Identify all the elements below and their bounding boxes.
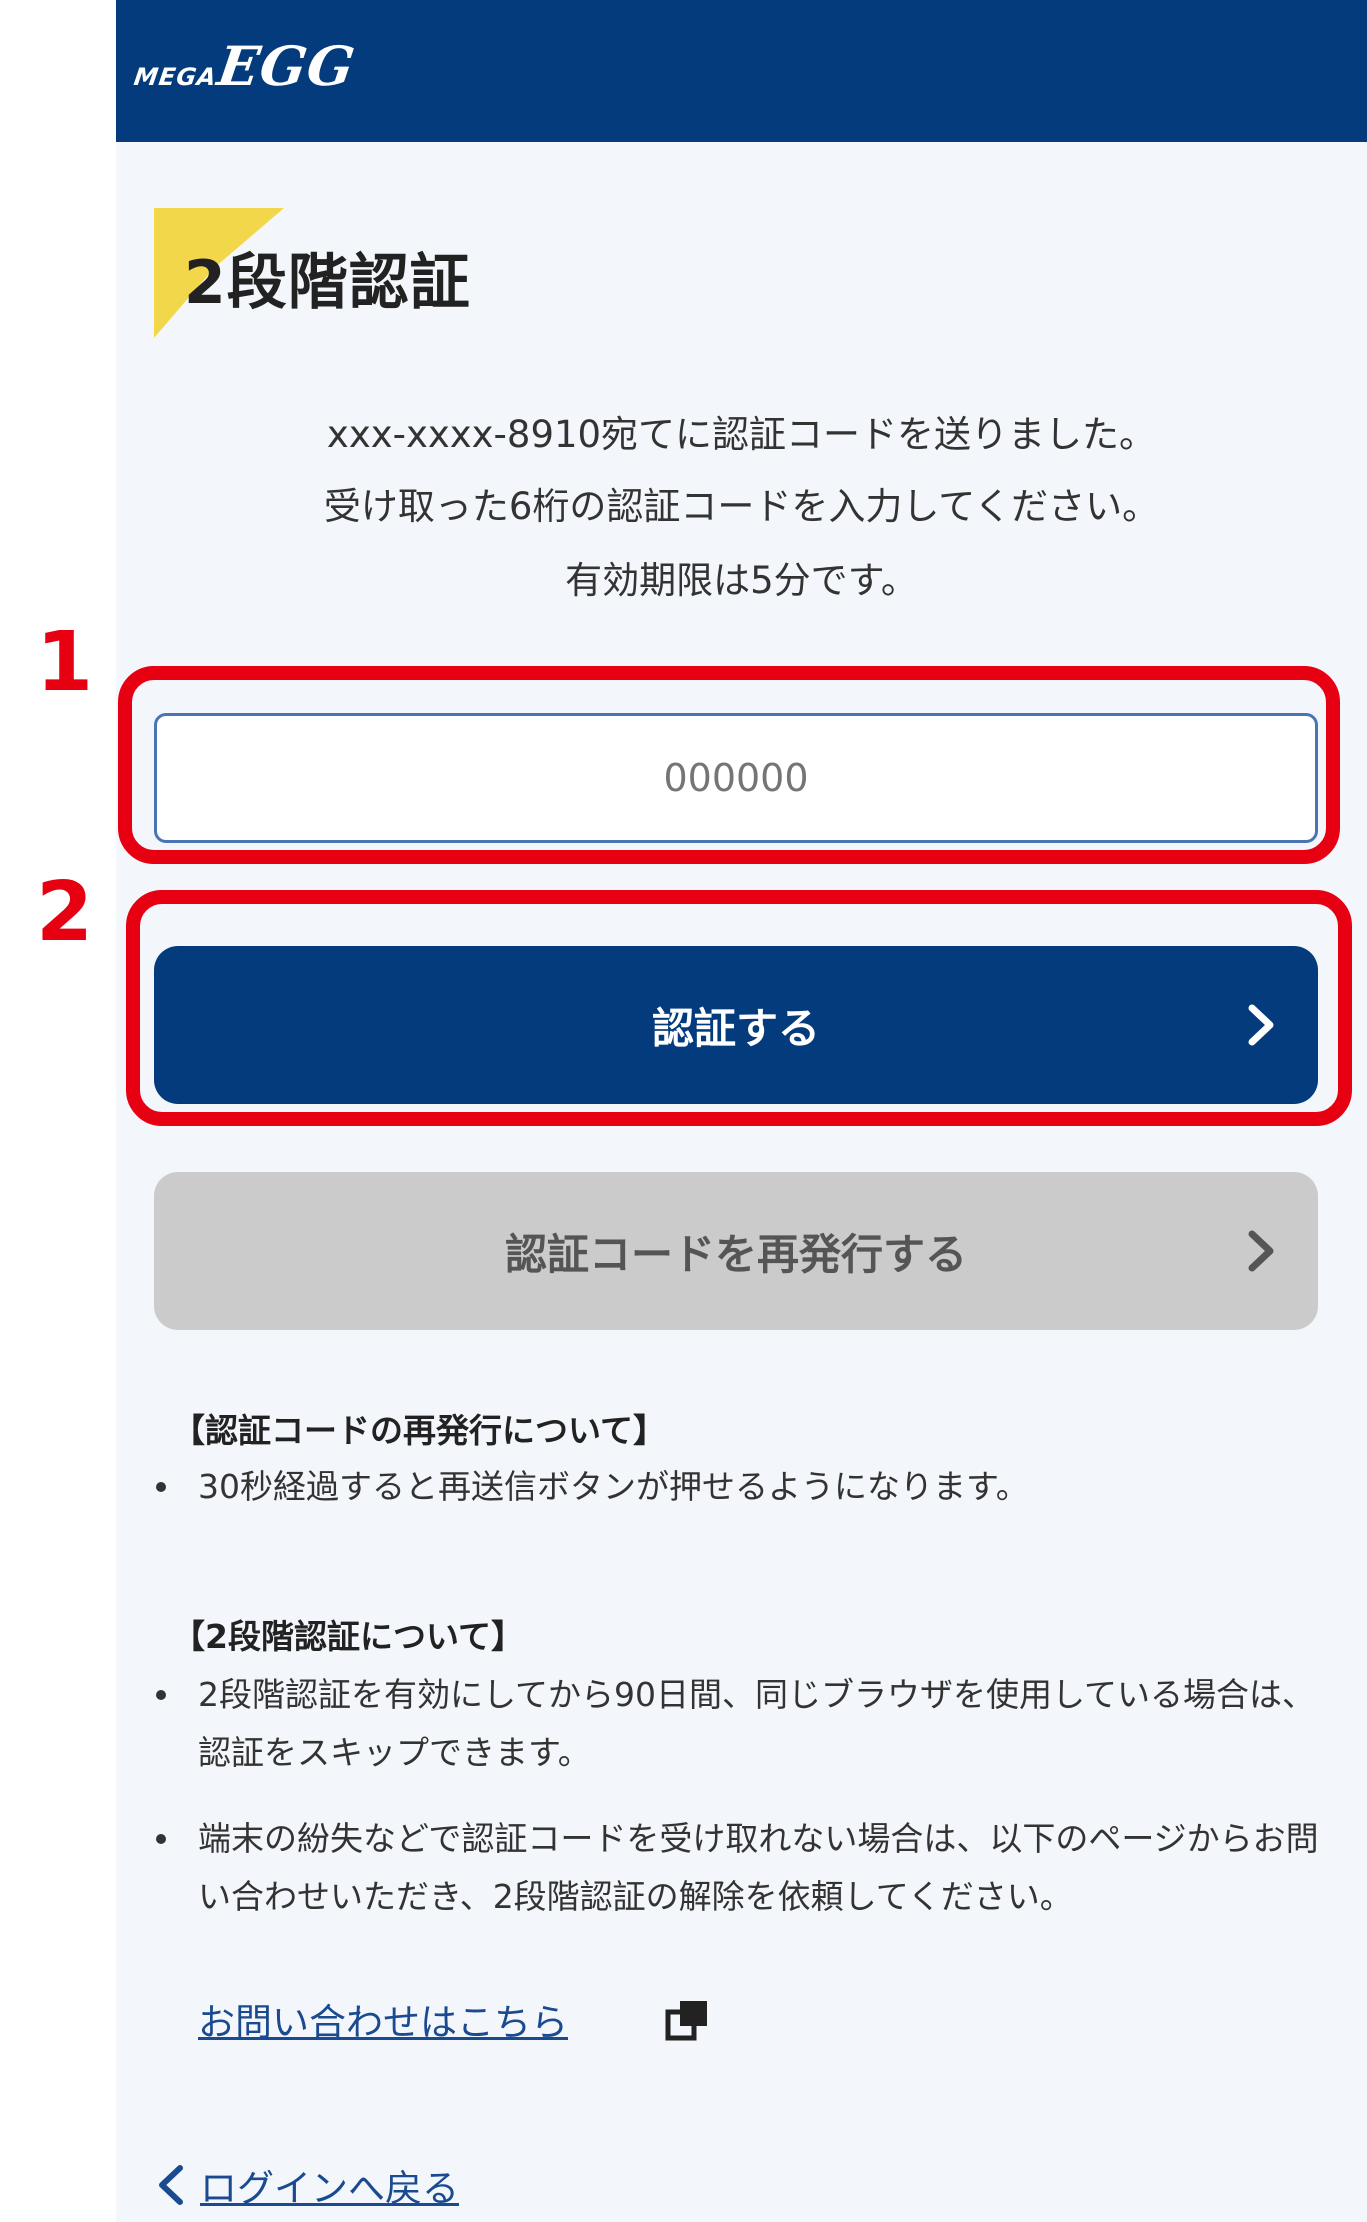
list-item: 2段階認証を有効にしてから90日間、同じブラウザを使用している場合は、認証をスキ… <box>156 1666 1326 1782</box>
contact-link[interactable]: お問い合わせはこちら <box>198 1992 568 2046</box>
page-title: 2段階認証 <box>184 248 471 318</box>
list-item: 30秒経過すると再送信ボタンが押せるようになります。 <box>156 1458 1326 1516</box>
bullet-icon <box>156 1834 166 1844</box>
description-line-3: 有効期限は5分です。 <box>565 559 918 602</box>
annotation-number-2: 2 <box>36 865 94 960</box>
annotation-box-1 <box>118 666 1340 864</box>
bullet-icon <box>156 1690 166 1700</box>
annotation-number-1: 1 <box>36 615 94 710</box>
back-to-login-label: ログインへ戻る <box>200 2167 459 2210</box>
list-item-text: 端末の紛失などで認証コードを受け取れない場合は、以下のページからお問い合わせいた… <box>198 1819 1319 1916</box>
resend-info-heading: 【認証コードの再発行について】 <box>172 1411 667 1450</box>
two-factor-info-heading: 【2段階認証について】 <box>172 1617 524 1656</box>
mega-egg-logo[interactable]: MEGA EGG <box>132 34 359 98</box>
description-line-2: 受け取った6桁の認証コードを入力してください。 <box>323 485 1160 528</box>
chevron-right-icon <box>1248 1230 1274 1272</box>
chevron-left-icon <box>159 2165 183 2205</box>
description-line-1: xxx-xxxx-8910宛てに認証コードを送りました。 <box>326 413 1157 456</box>
logo-mega-text: MEGA <box>132 63 219 91</box>
list-item-text: 30秒経過すると再送信ボタンが押せるようになります。 <box>198 1467 1029 1506</box>
resend-code-button[interactable]: 認証コードを再発行する <box>154 1172 1318 1330</box>
list-item: 端末の紛失などで認証コードを受け取れない場合は、以下のページからお問い合わせいた… <box>156 1810 1326 1926</box>
resend-button-label: 認証コードを再発行する <box>504 1229 967 1279</box>
mobile-screen: MEGA EGG 2段階認証 xxx-xxxx-8910宛てに認証コードを送りま… <box>116 0 1367 2222</box>
back-to-login-link[interactable]: ログインへ戻る <box>154 2158 459 2212</box>
external-link-icon[interactable] <box>664 1996 712 2044</box>
list-item-text: 2段階認証を有効にしてから90日間、同じブラウザを使用している場合は、認証をスキ… <box>198 1675 1316 1772</box>
annotation-box-2 <box>126 890 1352 1126</box>
logo-egg-text: EGG <box>213 34 360 98</box>
site-header: MEGA EGG <box>116 0 1367 142</box>
bullet-icon <box>156 1482 166 1492</box>
